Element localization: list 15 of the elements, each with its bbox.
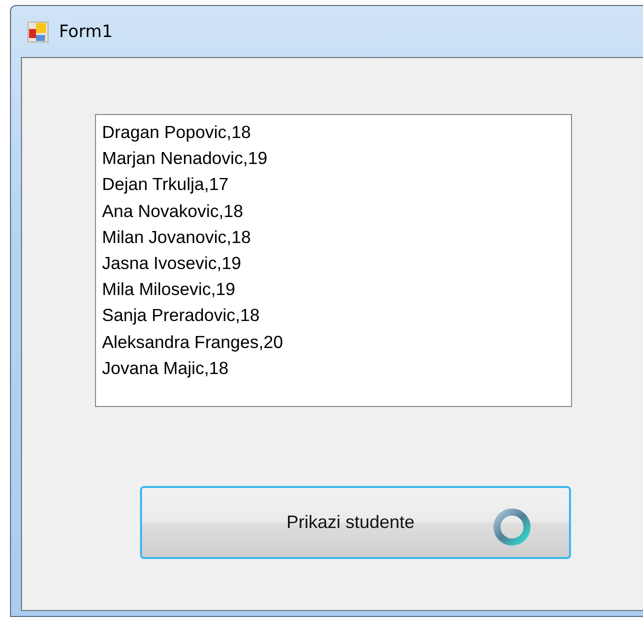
window-title: Form1 bbox=[59, 22, 113, 42]
list-item[interactable]: Dragan Popovic,18 bbox=[102, 119, 251, 146]
list-item[interactable]: Mila Milosevic,19 bbox=[102, 276, 236, 302]
list-item[interactable]: Marjan Nenadovic,19 bbox=[102, 145, 268, 172]
list-item[interactable]: Jovana Majic,18 bbox=[102, 354, 228, 382]
show-students-button[interactable]: Prikazi studente bbox=[140, 486, 571, 559]
list-box[interactable]: Dragan Popovic,18 Marjan Nenadovic,19 Dejan Trkulja,17 Ana Novakovic,18 Milan Jovanovic,18 Jasna Ivosevic,19 Mila Milosevic,19 Sanja Preradovic,18 Aleksandra Franges,20 Jovana Majic,18 bbox=[95, 114, 572, 407]
list-item[interactable]: Dejan Trkulja,17 bbox=[102, 171, 228, 198]
list-item[interactable]: Milan Jovanovic,18 bbox=[102, 224, 251, 250]
list-item[interactable]: Ana Novakovic,18 bbox=[102, 198, 244, 224]
form-icon bbox=[27, 20, 49, 42]
busy-cursor-icon bbox=[492, 507, 532, 547]
list-item[interactable]: Aleksandra Franges,20 bbox=[102, 328, 283, 355]
list-item[interactable]: Sanja Preradovic,18 bbox=[102, 302, 260, 329]
list-item[interactable]: Jasna Ivosevic,19 bbox=[102, 250, 242, 276]
